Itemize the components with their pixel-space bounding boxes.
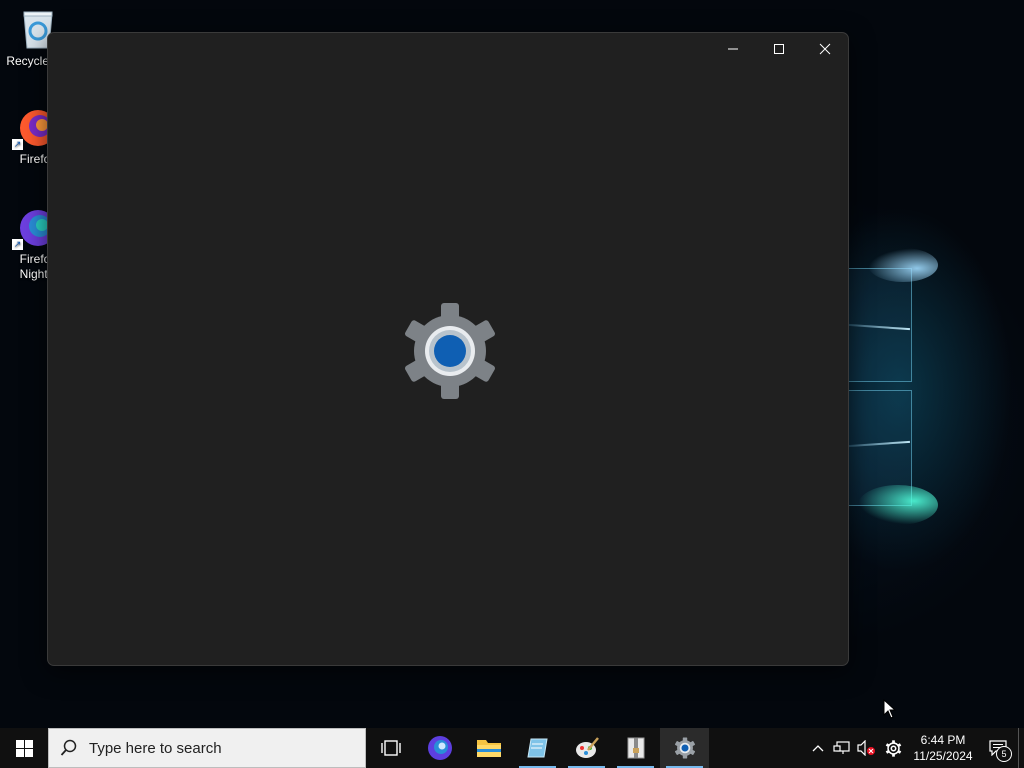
notification-count-badge: 5 xyxy=(996,746,1012,762)
volume-button[interactable] xyxy=(854,728,878,768)
search-icon xyxy=(49,739,89,757)
close-icon xyxy=(819,43,831,55)
network-icon xyxy=(833,741,850,754)
settings-gear-icon xyxy=(674,737,695,759)
taskbar-clock[interactable]: 6:44 PM 11/25/2024 xyxy=(908,732,978,764)
network-button[interactable] xyxy=(830,728,854,768)
minimize-button[interactable] xyxy=(710,33,756,65)
task-view-icon xyxy=(380,740,401,756)
clock-date: 11/25/2024 xyxy=(913,749,973,763)
action-center-button[interactable]: 5 xyxy=(978,728,1018,768)
minimize-icon xyxy=(728,48,738,50)
notepad-icon xyxy=(526,738,548,758)
shortcut-arrow-icon: ↗ xyxy=(12,239,23,250)
settings-gear-icon xyxy=(400,301,500,401)
firefox-nightly-icon xyxy=(427,736,452,760)
system-tray: 6:44 PM 11/25/2024 5 xyxy=(806,728,1024,768)
close-button[interactable] xyxy=(802,33,848,65)
archive-icon xyxy=(627,737,644,759)
maximize-button[interactable] xyxy=(756,33,802,65)
show-desktop-button[interactable] xyxy=(1018,728,1024,768)
taskbar-app-file-explorer[interactable] xyxy=(464,728,513,768)
shortcut-arrow-icon: ↗ xyxy=(12,139,23,150)
taskbar-app-notepad[interactable] xyxy=(513,728,562,768)
file-explorer-icon xyxy=(476,740,501,757)
taskbar: Type here to search 6:44 PM 11/25/2024 5 xyxy=(0,728,1024,768)
maximize-icon xyxy=(774,44,784,54)
mouse-cursor-icon xyxy=(883,698,897,724)
show-hidden-icons-button[interactable] xyxy=(806,728,830,768)
windows-logo-icon xyxy=(15,739,33,757)
task-view-button[interactable] xyxy=(366,728,415,768)
settings-window[interactable] xyxy=(47,32,849,666)
start-button[interactable] xyxy=(0,728,48,768)
paint-icon xyxy=(575,737,599,758)
volume-muted-icon xyxy=(857,740,875,756)
gear-icon xyxy=(885,739,901,757)
settings-tray-button[interactable] xyxy=(878,728,908,768)
wallpaper-logo xyxy=(848,240,938,540)
clock-time: 6:44 PM xyxy=(920,733,966,747)
taskbar-app-firefox-nightly[interactable] xyxy=(415,728,464,768)
taskbar-app-archive[interactable] xyxy=(611,728,660,768)
desktop: Recycle Bin ↗ Firefox ↗ Firefox Nightly xyxy=(0,0,1024,728)
taskbar-search-box[interactable]: Type here to search xyxy=(48,728,366,768)
search-placeholder: Type here to search xyxy=(89,739,222,757)
taskbar-app-settings[interactable] xyxy=(660,728,709,768)
chevron-up-icon xyxy=(812,745,824,752)
taskbar-app-paint[interactable] xyxy=(562,728,611,768)
window-controls xyxy=(710,33,848,65)
